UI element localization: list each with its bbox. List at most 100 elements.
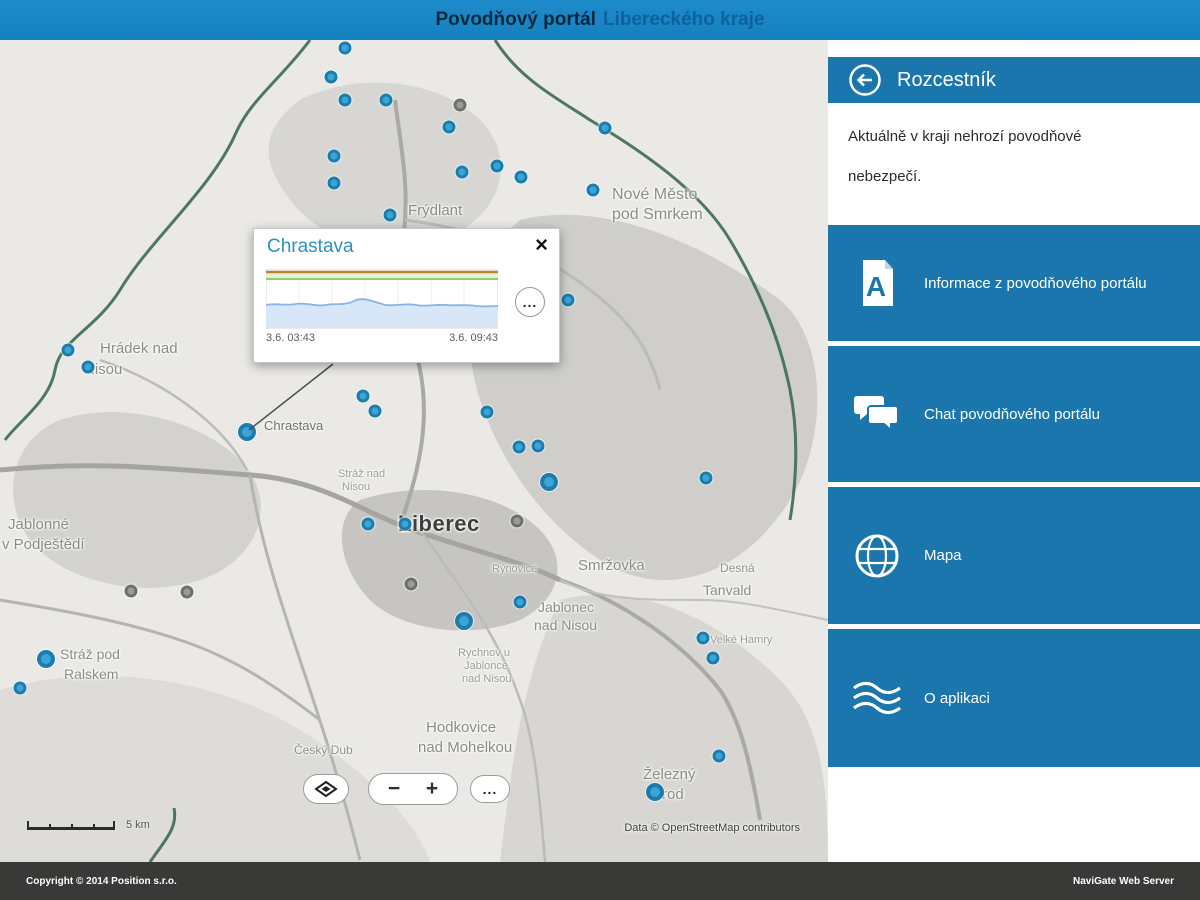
station-marker[interactable]: [82, 361, 95, 374]
map-label: Jablonec: [538, 599, 594, 615]
sidebar-item-label: Informace z povodňového portálu: [924, 275, 1147, 292]
footer-server-label: NaviGate Web Server: [1073, 876, 1174, 887]
station-marker[interactable]: [328, 177, 341, 190]
sidebar-item-informace[interactable]: A Informace z povodňového portálu: [828, 225, 1200, 341]
station-marker[interactable]: [399, 518, 412, 531]
station-marker[interactable]: [369, 405, 382, 418]
document-a-icon: A: [846, 258, 908, 308]
popup-more-button[interactable]: ...: [515, 287, 545, 317]
zoom-in-button[interactable]: +: [413, 775, 451, 803]
town-marker[interactable]: [511, 515, 524, 528]
map-terrain: [0, 40, 828, 862]
zoom-control: − +: [368, 773, 458, 805]
town-marker[interactable]: [405, 578, 418, 591]
station-marker[interactable]: [37, 650, 55, 668]
layers-icon: [313, 780, 339, 798]
town-marker[interactable]: [454, 99, 467, 112]
station-marker-chrastava[interactable]: [238, 423, 256, 441]
status-message: Aktuálně v kraji nehrozí povodňové nebez…: [828, 103, 1178, 225]
map-label: Velké Hamry: [710, 634, 772, 646]
map-attribution[interactable]: Data © OpenStreetMap contributors: [624, 822, 800, 834]
station-popup: Chrastava × 3.6: [253, 228, 560, 363]
station-marker[interactable]: [481, 406, 494, 419]
zoom-out-button[interactable]: −: [375, 775, 413, 803]
station-marker[interactable]: [515, 171, 528, 184]
station-marker[interactable]: [339, 94, 352, 107]
scalebar-label: 5 km: [126, 819, 150, 832]
map-label: Chrastava: [264, 418, 323, 433]
station-marker[interactable]: [357, 390, 370, 403]
popup-title: Chrastava: [267, 236, 354, 258]
station-marker[interactable]: [700, 472, 713, 485]
station-chart: [266, 269, 498, 329]
station-marker[interactable]: [540, 473, 558, 491]
town-marker[interactable]: [125, 585, 138, 598]
sidebar: Rozcestník Aktuálně v kraji nehrozí povo…: [828, 40, 1200, 862]
station-marker[interactable]: [713, 750, 726, 763]
map-canvas[interactable]: Frýdlant Nové Město pod Smrkem Hrádek na…: [0, 40, 828, 862]
sidebar-item-label: O aplikaci: [924, 690, 990, 707]
station-marker[interactable]: [456, 166, 469, 179]
map-label: Hrádek nad: [100, 340, 178, 357]
town-marker[interactable]: [181, 586, 194, 599]
map-label: Tanvald: [703, 582, 751, 598]
map-label: Smržovka: [578, 557, 645, 574]
map-label: v Podještědí: [2, 536, 85, 553]
map-label: Frýdlant: [408, 202, 462, 219]
map-label: Stráž pod: [60, 646, 120, 662]
station-marker[interactable]: [384, 209, 397, 222]
station-marker[interactable]: [14, 682, 27, 695]
footer-copyright: Copyright © 2014 Position s.r.o.: [26, 876, 177, 887]
station-marker[interactable]: [532, 440, 545, 453]
map-label: Jablonce: [464, 660, 508, 672]
back-icon[interactable]: [848, 63, 882, 97]
chart-time-end: 3.6. 09:43: [449, 332, 498, 344]
sidebar-item-label: Mapa: [924, 547, 962, 564]
map-label: Stráž nad: [338, 468, 385, 480]
scalebar-graphic: [26, 818, 118, 832]
station-marker[interactable]: [325, 71, 338, 84]
map-label: Nisou: [342, 481, 370, 493]
map-scalebar: 5 km: [26, 818, 150, 832]
layers-control-button[interactable]: [303, 774, 349, 804]
waves-icon: [846, 680, 908, 716]
station-marker[interactable]: [328, 150, 341, 163]
sidebar-item-mapa[interactable]: Mapa: [828, 487, 1200, 624]
station-marker[interactable]: [562, 294, 575, 307]
map-label: Železný: [643, 766, 696, 783]
app-footer: Copyright © 2014 Position s.r.o. NaviGat…: [0, 862, 1200, 900]
station-marker[interactable]: [380, 94, 393, 107]
station-marker[interactable]: [362, 518, 375, 531]
map-label: Nové Město: [612, 186, 697, 204]
sidebar-item-chat[interactable]: Chat povodňového portálu: [828, 346, 1200, 482]
map-label: Český Dub: [294, 743, 353, 757]
map-label: pod Smrkem: [612, 206, 703, 224]
sidebar-item-o-aplikaci[interactable]: O aplikaci: [828, 629, 1200, 767]
sidebar-header-rozcestnik[interactable]: Rozcestník: [828, 57, 1200, 103]
station-marker[interactable]: [707, 652, 720, 665]
svg-text:A: A: [866, 271, 886, 302]
station-marker[interactable]: [443, 121, 456, 134]
station-marker[interactable]: [339, 42, 352, 55]
station-marker[interactable]: [62, 344, 75, 357]
close-icon[interactable]: ×: [535, 234, 548, 256]
app-root: Povodňový portál Libereckého kraje: [0, 0, 1200, 900]
station-marker[interactable]: [491, 160, 504, 173]
station-marker[interactable]: [599, 122, 612, 135]
map-label: nad Nisou: [462, 673, 512, 685]
station-marker[interactable]: [697, 632, 710, 645]
map-label: Jablonné: [8, 516, 69, 533]
app-title-primary: Povodňový portál: [435, 9, 595, 31]
map-more-button[interactable]: ...: [470, 775, 510, 803]
station-marker[interactable]: [455, 612, 473, 630]
chart-time-start: 3.6. 03:43: [266, 332, 315, 344]
station-marker[interactable]: [514, 596, 527, 609]
app-header: Povodňový portál Libereckého kraje: [0, 0, 1200, 40]
station-marker[interactable]: [513, 441, 526, 454]
station-marker[interactable]: [587, 184, 600, 197]
map-label: Rychnov u: [458, 647, 510, 659]
map-label: Ralskem: [64, 666, 118, 682]
station-marker[interactable]: [646, 783, 664, 801]
chat-icon: [846, 392, 908, 436]
map-label: nad Nisou: [534, 617, 597, 633]
